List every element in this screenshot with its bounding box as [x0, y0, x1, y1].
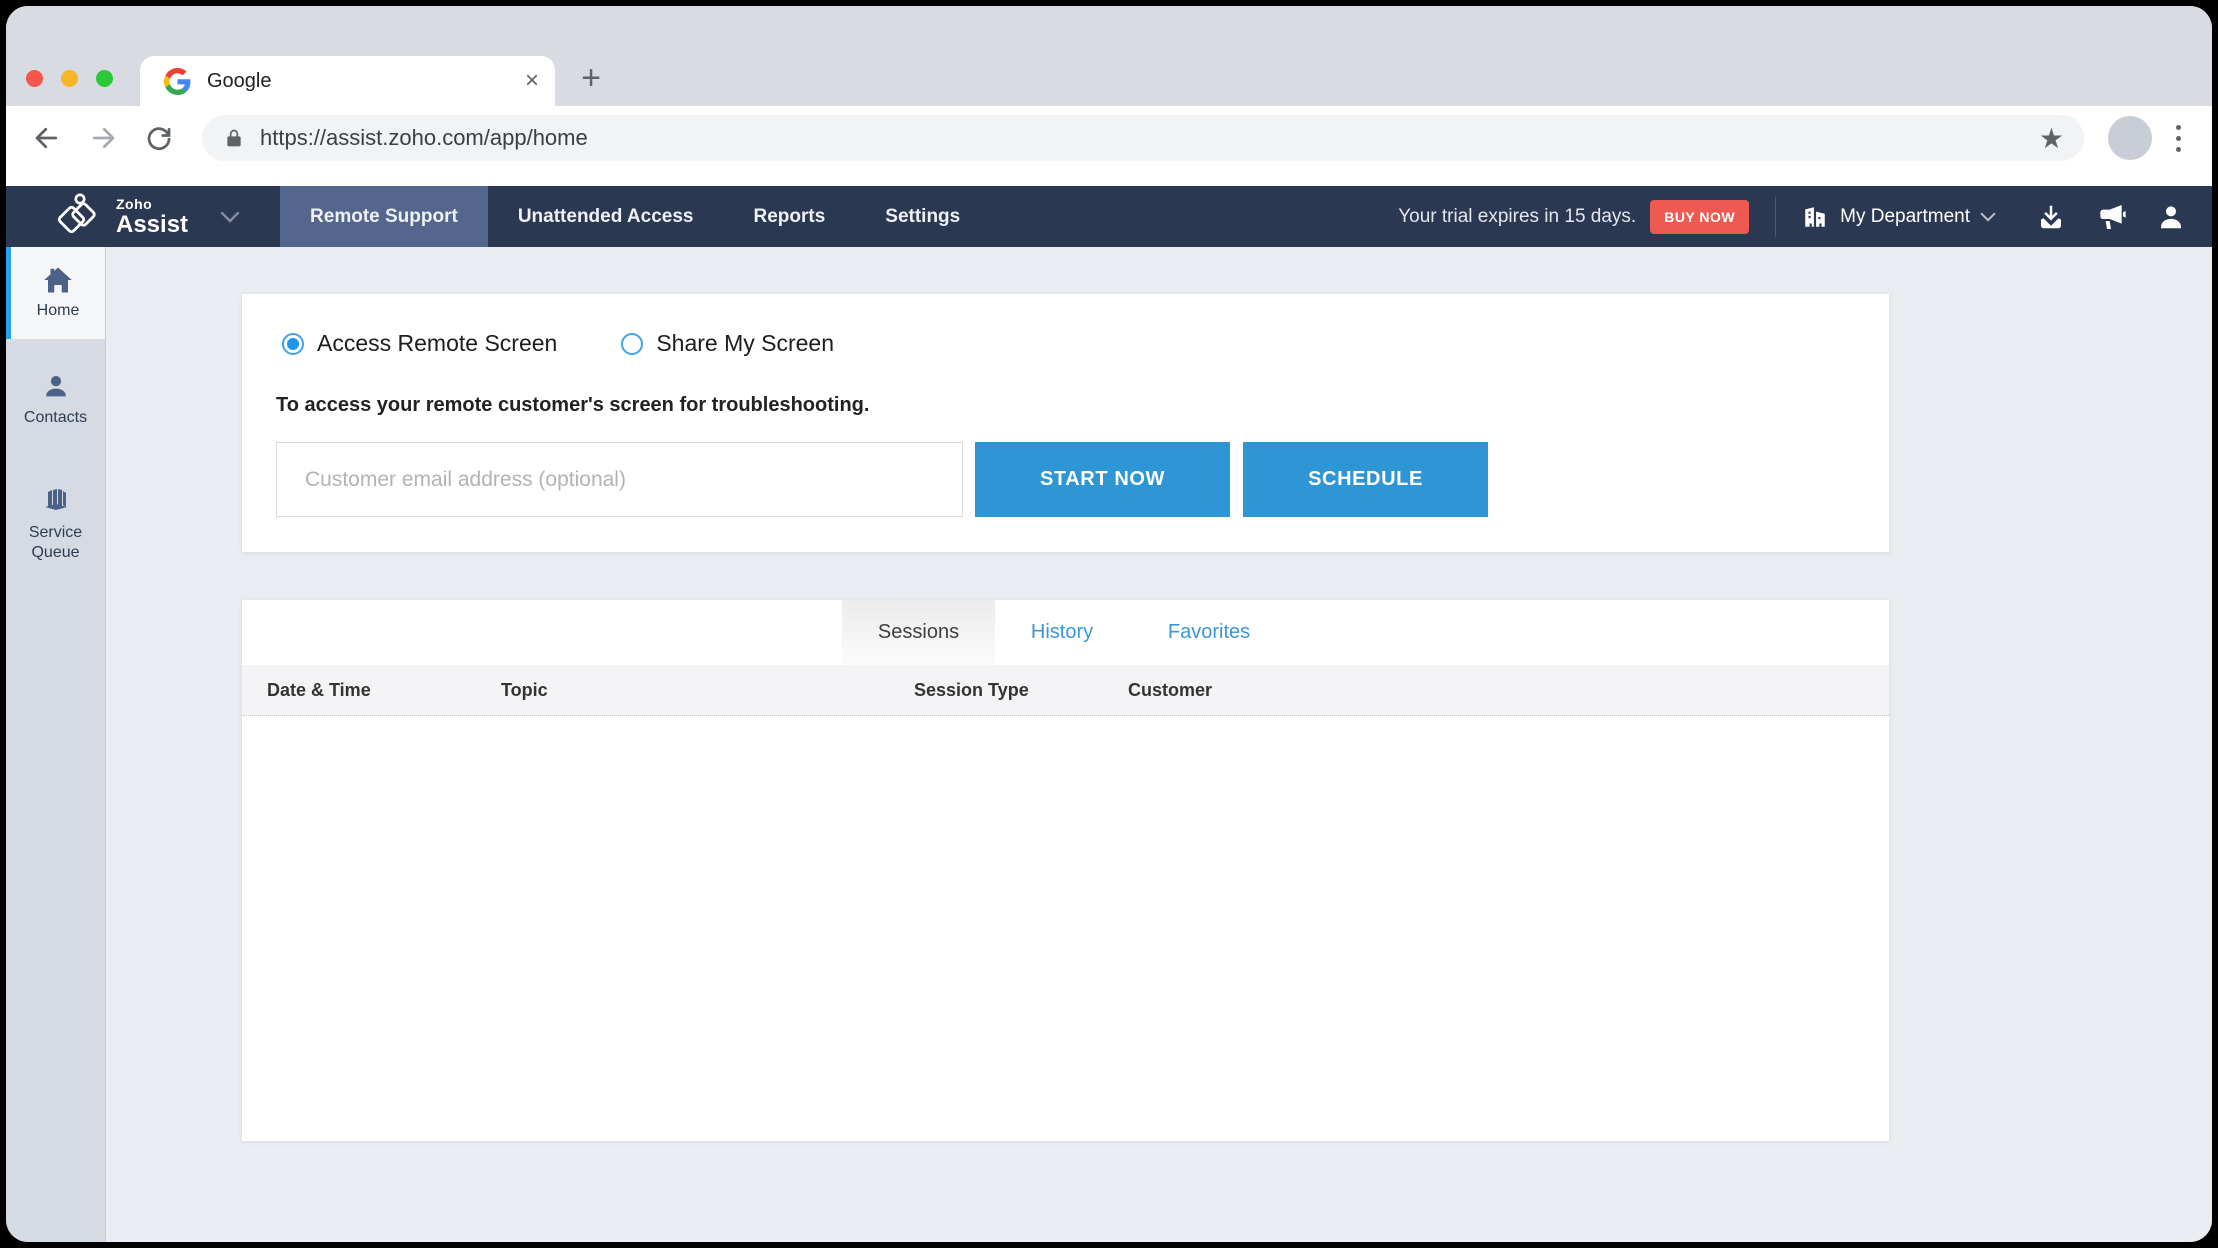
app-top-nav: Zoho Assist Remote Support Unattended Ac… [6, 186, 2212, 247]
sessions-panel: Sessions History Favorites Date & Time T… [242, 600, 1889, 1141]
schedule-button[interactable]: SCHEDULE [1243, 442, 1488, 517]
sidebar-item-label: Home [37, 301, 80, 321]
department-label: My Department [1840, 206, 1970, 228]
left-sidebar: Home Contacts [6, 247, 106, 1242]
sidebar-item-label: Contacts [24, 408, 87, 428]
column-header-topic: Topic [501, 665, 548, 716]
nav-item-reports[interactable]: Reports [723, 186, 855, 247]
browser-tab[interactable]: Google × [140, 56, 555, 106]
department-selector[interactable]: My Department [1802, 204, 2008, 230]
nav-item-settings[interactable]: Settings [855, 186, 990, 247]
buy-now-button[interactable]: BUY NOW [1650, 200, 1749, 234]
traffic-lights [26, 70, 113, 87]
brand-chevron-down-icon[interactable] [220, 211, 240, 223]
back-icon[interactable] [32, 123, 62, 153]
sessions-table-body [242, 716, 1889, 1140]
sidebar-item-label: ServiceQueue [29, 523, 82, 563]
brand-zoho-label: Zoho [116, 197, 188, 211]
minimize-window-button[interactable] [61, 70, 78, 87]
radio-selected-icon[interactable] [282, 333, 304, 355]
home-icon [43, 266, 73, 294]
reload-icon[interactable] [144, 123, 174, 153]
app-nav-items: Remote Support Unattended Access Reports… [280, 186, 990, 247]
browser-avatar[interactable] [2108, 116, 2152, 160]
user-icon[interactable] [2156, 202, 2186, 232]
sessions-table-header: Date & Time Topic Session Type Customer [242, 665, 1889, 716]
column-header-date-time: Date & Time [267, 665, 371, 716]
session-description: To access your remote customer's screen … [276, 394, 869, 417]
column-header-customer: Customer [1128, 665, 1212, 716]
sidebar-item-service-queue[interactable]: ServiceQueue [6, 472, 105, 577]
tab-sessions[interactable]: Sessions [842, 600, 995, 665]
department-chevron-down-icon [1980, 212, 2008, 222]
tab-favorites[interactable]: Favorites [1145, 600, 1273, 665]
zoho-assist-logo [54, 192, 102, 242]
trial-expiry-text: Your trial expires in 15 days. [1398, 206, 1636, 228]
sidebar-item-home[interactable]: Home [6, 247, 105, 339]
nav-item-unattended-access[interactable]: Unattended Access [488, 186, 724, 247]
browser-toolbar: https://assist.zoho.com/app/home ★ [6, 106, 2212, 170]
column-header-session-type: Session Type [914, 665, 1029, 716]
browser-window: Google × + https://assist.zoho.com/app/h… [6, 6, 2212, 1242]
browser-tab-strip: Google × + [6, 6, 2212, 106]
url-bar[interactable]: https://assist.zoho.com/app/home ★ [202, 115, 2084, 161]
nav-divider [1775, 197, 1776, 237]
radio-share-my-screen[interactable]: Share My Screen [621, 330, 834, 357]
forward-icon[interactable] [88, 123, 118, 153]
kebab-menu-icon[interactable] [2176, 125, 2181, 152]
department-building-icon [1802, 204, 1828, 230]
customer-email-input[interactable] [276, 442, 963, 517]
brand-assist-label: Assist [116, 213, 188, 237]
close-window-button[interactable] [26, 70, 43, 87]
radio-unselected-icon[interactable] [621, 333, 643, 355]
url-text[interactable]: https://assist.zoho.com/app/home [260, 125, 2039, 151]
maximize-window-button[interactable] [96, 70, 113, 87]
start-now-button[interactable]: START NOW [975, 442, 1230, 517]
sidebar-item-contacts[interactable]: Contacts [6, 359, 105, 442]
new-tab-button[interactable]: + [571, 59, 611, 98]
radio-access-remote-screen[interactable]: Access Remote Screen [282, 330, 557, 357]
google-favicon [164, 68, 191, 95]
download-icon[interactable] [2036, 202, 2066, 232]
zoho-assist-brand[interactable]: Zoho Assist [6, 186, 240, 247]
tab-history[interactable]: History [1007, 600, 1117, 665]
main-content: Access Remote Screen Share My Screen To … [106, 247, 2212, 1242]
contacts-icon [42, 373, 70, 401]
service-queue-icon [40, 486, 72, 516]
close-tab-icon[interactable]: × [525, 69, 539, 93]
tab-title: Google [207, 70, 525, 93]
announcement-icon[interactable] [2094, 201, 2128, 233]
nav-item-remote-support[interactable]: Remote Support [280, 186, 488, 247]
lock-icon [224, 126, 244, 150]
start-session-panel: Access Remote Screen Share My Screen To … [242, 294, 1889, 552]
page-top-gap [6, 170, 2212, 186]
sessions-tab-row: Sessions History Favorites [242, 600, 1889, 665]
star-icon[interactable]: ★ [2039, 122, 2064, 155]
